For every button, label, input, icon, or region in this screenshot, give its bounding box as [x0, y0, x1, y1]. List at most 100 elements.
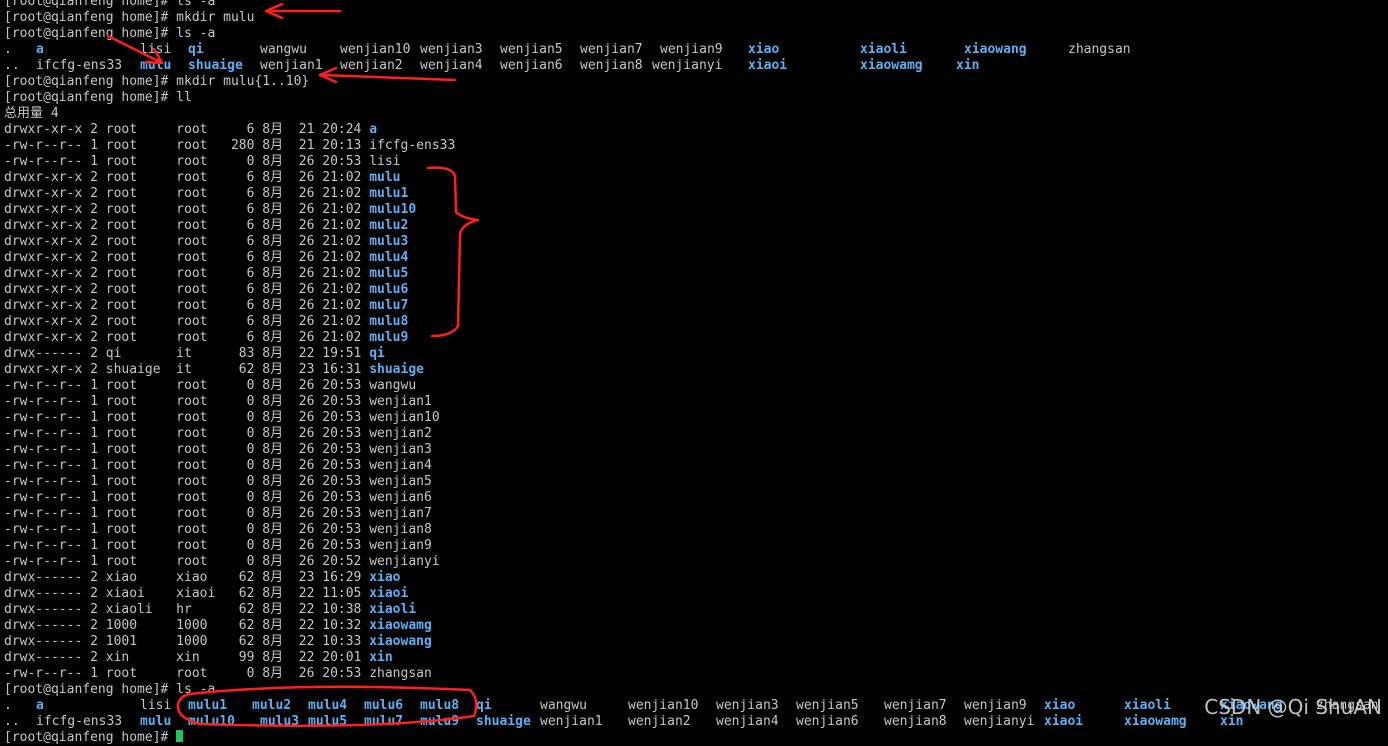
ls-entry: wenjian8 [884, 714, 947, 729]
ll-filename: mulu9 [369, 330, 409, 345]
ls-entry: mulu6 [364, 698, 404, 713]
ll-filename: wenjian9 [369, 538, 432, 553]
ll-attributes: -rw-r--r-- 1 root root 0 8月 26 20:53 [4, 442, 370, 457]
ll-attributes: drwxr-xr-x 2 root root 6 8月 26 21:02 [4, 202, 370, 217]
ll-filename: xiaowang [369, 634, 432, 649]
ls-entry: mulu2 [252, 698, 292, 713]
ll-attributes: -rw-r--r-- 1 root root 0 8月 26 20:52 [4, 554, 370, 569]
ls-entry: mulu4 [308, 698, 348, 713]
line-text: [root@qianfeng home]# mkdir mulu{1..10} [4, 74, 310, 89]
ll-entry-row: drwxr-xr-x 2 root root 6 8月 26 21:02 mul… [4, 186, 1388, 202]
ls-entry: ifcfg-ens33 [36, 58, 123, 73]
ll-attributes: drwx------ 2 1000 1000 62 8月 22 10:32 [4, 618, 370, 633]
ls-entry: wenjian9 [964, 698, 1027, 713]
ls-entry: shuaige [476, 714, 531, 729]
ll-attributes: -rw-r--r-- 1 root root 0 8月 26 20:53 [4, 426, 370, 441]
ll-filename: xiaowamg [369, 618, 432, 633]
ls-entry: wangwu [540, 698, 587, 713]
ll-filename: mulu1 [369, 186, 409, 201]
ls-entry: a [36, 42, 44, 57]
ls-entry: mulu [140, 714, 172, 729]
ll-attributes: -rw-r--r-- 1 root root 0 8月 26 20:53 [4, 394, 370, 409]
ls-output-row: . a lisi mulu1 mulu2 mulu4 mulu6 mulu8 qi wangwu w… [4, 698, 1388, 714]
ll-entry-row: -rw-r--r-- 1 root root 0 8月 26 20:53 wen… [4, 426, 1388, 442]
line-text: [root@qianfeng home]# ls -a [4, 0, 216, 9]
ll-attributes: drwx------ 2 1001 1000 62 8月 22 10:33 [4, 634, 370, 649]
ls-entry: wenjian4 [420, 58, 483, 73]
ll-attributes: drwx------ 2 xin xin 99 8月 22 20:01 [4, 650, 370, 665]
ll-attributes: -rw-r--r-- 1 root root 0 8月 26 20:53 [4, 378, 370, 393]
line-text: [root@qianfeng home]# ls -a [4, 26, 216, 41]
ll-filename: mulu5 [369, 266, 409, 281]
ll-filename: wangwu [369, 378, 417, 393]
ls-entry: mulu1 [188, 698, 228, 713]
ll-attributes: drwxr-xr-x 2 root root 6 8月 26 21:02 [4, 250, 370, 265]
ll-entry-row: -rw-r--r-- 1 root root 0 8月 26 20:53 zha… [4, 666, 1388, 682]
ll-filename: qi [369, 346, 385, 361]
ls-entry: wenjian2 [628, 714, 691, 729]
ll-entry-row: drwxr-xr-x 2 root root 6 8月 26 21:02 mul… [4, 202, 1388, 218]
ll-entry-row: -rw-r--r-- 1 root root 0 8月 26 20:52 wen… [4, 554, 1388, 570]
ll-filename: wenjian5 [369, 474, 432, 489]
ll-attributes: drwxr-xr-x 2 root root 6 8月 26 21:02 [4, 218, 370, 233]
ls-entry: xiao [1044, 698, 1076, 713]
ll-attributes: drwxr-xr-x 2 root root 6 8月 26 21:02 [4, 186, 370, 201]
ls-entry: wenjian7 [884, 698, 947, 713]
ll-filename: mulu3 [369, 234, 409, 249]
ll-attributes: drwxr-xr-x 2 root root 6 8月 26 21:02 [4, 330, 370, 345]
ls-entry: wenjianyi [964, 714, 1035, 729]
ll-entry-row: drwxr-xr-x 2 root root 6 8月 26 21:02 mul… [4, 298, 1388, 314]
ll-entry-row: -rw-r--r-- 1 root root 0 8月 26 20:53 wen… [4, 410, 1388, 426]
ls-entry: xiaowamg [1124, 714, 1187, 729]
ls-entry: qi [188, 42, 204, 57]
ll-attributes: drwx------ 2 qi it 83 8月 22 19:51 [4, 346, 370, 361]
ll-filename: ifcfg-ens33 [369, 138, 456, 153]
prompt-line: [root@qianfeng home]# ls -a [4, 0, 1388, 10]
ll-entry-row: -rw-r--r-- 1 root root 0 8月 26 20:53 wen… [4, 506, 1388, 522]
ll-attributes: drwx------ 2 xiao xiao 62 8月 23 16:29 [4, 570, 370, 585]
ll-filename: xiaoli [369, 602, 417, 617]
ls-entry: wenjianyi [652, 58, 723, 73]
ll-filename: wenjian7 [369, 506, 432, 521]
ll-entry-row: -rw-r--r-- 1 root root 0 8月 26 20:53 wen… [4, 458, 1388, 474]
ls-entry: . [4, 698, 12, 713]
ls-entry: xiaoli [860, 42, 907, 57]
ls-output-row: .. ifcfg-ens33 mulu shuaige wenjian1 wenjian2… [4, 58, 1388, 74]
ll-entry-row: drwxr-xr-x 2 root root 6 8月 26 21:02 mul… [4, 170, 1388, 186]
ll-entry-row: drwxr-xr-x 2 root root 6 8月 26 21:02 mul… [4, 234, 1388, 250]
terminal-cursor[interactable] [176, 730, 184, 742]
ls-entry: wenjian2 [340, 58, 403, 73]
ll-attributes: drwxr-xr-x 2 root root 6 8月 26 21:02 [4, 234, 370, 249]
ll-entry-row: drwx------ 2 xin xin 99 8月 22 20:01 xin [4, 650, 1388, 666]
ls-entry: mulu9 [420, 714, 460, 729]
ll-attributes: -rw-r--r-- 1 root root 0 8月 26 20:53 [4, 410, 370, 425]
ls-entry: xiaowamg [860, 58, 923, 73]
ls-entry: wenjian5 [796, 698, 859, 713]
ls-entry: shuaige [188, 58, 243, 73]
ls-entry: wangwu [260, 42, 307, 57]
ll-entry-row: drwxr-xr-x 2 root root 6 8月 26 21:02 mul… [4, 250, 1388, 266]
ll-filename: shuaige [369, 362, 424, 377]
ll-filename: mulu7 [369, 298, 409, 313]
output-line: 总用量 4 [4, 106, 1388, 122]
ls-entry: mulu [140, 58, 172, 73]
ls-entry: wenjian6 [796, 714, 859, 729]
ll-filename: wenjian4 [369, 458, 432, 473]
terminal-output[interactable]: [root@qianfeng home]# ls -a [root@qianfen… [4, 0, 1388, 746]
ll-attributes: -rw-r--r-- 1 root root 0 8月 26 20:53 [4, 154, 370, 169]
ll-filename: wenjian1 [369, 394, 432, 409]
ll-attributes: drwxr-xr-x 2 root root 6 8月 21 20:24 [4, 122, 370, 137]
ls-entry: xiao [748, 42, 780, 57]
ll-attributes: drwx------ 2 xiaoi xiaoi 62 8月 22 11:05 [4, 586, 370, 601]
ll-entry-row: drwxr-xr-x 2 root root 6 8月 26 21:02 mul… [4, 266, 1388, 282]
ll-entry-row: drwxr-xr-x 2 root root 6 8月 26 21:02 mul… [4, 314, 1388, 330]
ll-entry-row: -rw-r--r-- 1 root root 0 8月 26 20:53 wen… [4, 394, 1388, 410]
ls-entry: . [4, 42, 12, 57]
ll-filename: xiaoi [369, 586, 409, 601]
ll-entry-row: drwxr-xr-x 2 root root 6 8月 21 20:24 a [4, 122, 1388, 138]
ll-entry-row: drwx------ 2 1001 1000 62 8月 22 10:33 xi… [4, 634, 1388, 650]
ls-entry: lisi [140, 698, 172, 713]
ls-entry: wenjian9 [660, 42, 723, 57]
ll-filename: mulu6 [369, 282, 409, 297]
ll-attributes: -rw-r--r-- 1 root root 0 8月 26 20:53 [4, 522, 370, 537]
